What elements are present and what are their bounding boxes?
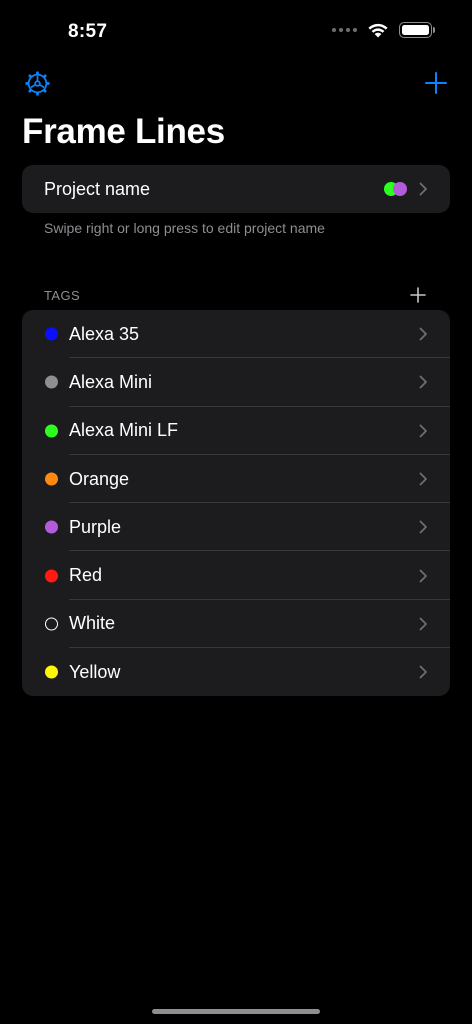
chevron-right-icon <box>419 472 427 486</box>
tag-row[interactable]: Alexa Mini LF <box>22 407 450 455</box>
tag-row[interactable]: White <box>22 600 450 649</box>
tag-color-dot <box>45 472 58 486</box>
tag-color-dot <box>45 665 58 679</box>
add-tag-button[interactable] <box>410 287 426 303</box>
tag-label: Alexa Mini <box>69 371 153 392</box>
chevron-right-icon <box>419 520 427 534</box>
plus-icon <box>410 287 426 303</box>
project-name-label: Project name <box>44 178 151 199</box>
tag-row[interactable]: Red <box>22 551 450 600</box>
tag-label: Yellow <box>69 661 121 682</box>
chevron-right-icon <box>419 327 427 341</box>
chevron-right-icon <box>419 376 427 389</box>
tag-label: Alexa Mini LF <box>69 420 179 441</box>
battery-icon <box>399 22 435 38</box>
tag-label: Alexa 35 <box>69 323 140 344</box>
project-tag-dots <box>384 182 408 196</box>
gear-icon[interactable] <box>24 70 51 97</box>
tag-color-dot <box>45 375 58 389</box>
tag-color-dot <box>45 569 58 583</box>
project-name-row[interactable]: Project name <box>22 165 450 213</box>
status-icons <box>332 22 435 38</box>
chevron-right-icon <box>419 569 427 583</box>
status-time: 8:57 <box>68 21 108 42</box>
tag-label: Orange <box>69 468 130 489</box>
tag-row[interactable]: Alexa 35 <box>22 310 450 359</box>
tag-label: White <box>69 613 116 634</box>
screen: 8:57 Frame Lines Project name Swipe righ… <box>0 0 472 1024</box>
home-indicator[interactable] <box>152 1009 320 1014</box>
chevron-right-icon <box>419 665 427 679</box>
tag-color-dot <box>45 520 58 534</box>
cellular-signal-icon <box>332 28 357 32</box>
tag-color-dot <box>45 424 58 438</box>
wifi-icon <box>368 23 388 38</box>
tags-list: Alexa 35 Alexa Mini Alexa Mini LF Orange Pur… <box>22 310 450 697</box>
project-name-hint: Swipe right or long press to edit projec… <box>44 220 325 236</box>
chevron-right-icon <box>419 424 427 438</box>
tag-label: Red <box>69 565 103 586</box>
project-tag-dot <box>393 182 407 196</box>
tag-label: Purple <box>69 516 122 537</box>
page-title: Frame Lines <box>22 112 225 151</box>
plus-icon <box>425 72 447 94</box>
tag-row[interactable]: Alexa Mini <box>22 358 450 407</box>
tag-color-dot <box>45 617 58 631</box>
tag-color-dot <box>45 327 58 341</box>
project-card[interactable]: Project name <box>22 165 450 213</box>
add-project-button[interactable] <box>425 72 447 94</box>
tag-row[interactable]: Purple <box>22 503 450 552</box>
tag-row[interactable]: Orange <box>22 455 450 504</box>
tags-section-header: TAGS <box>44 288 81 303</box>
chevron-right-icon <box>419 182 427 196</box>
chevron-right-icon <box>419 617 427 631</box>
tag-row[interactable]: Yellow <box>22 648 450 696</box>
